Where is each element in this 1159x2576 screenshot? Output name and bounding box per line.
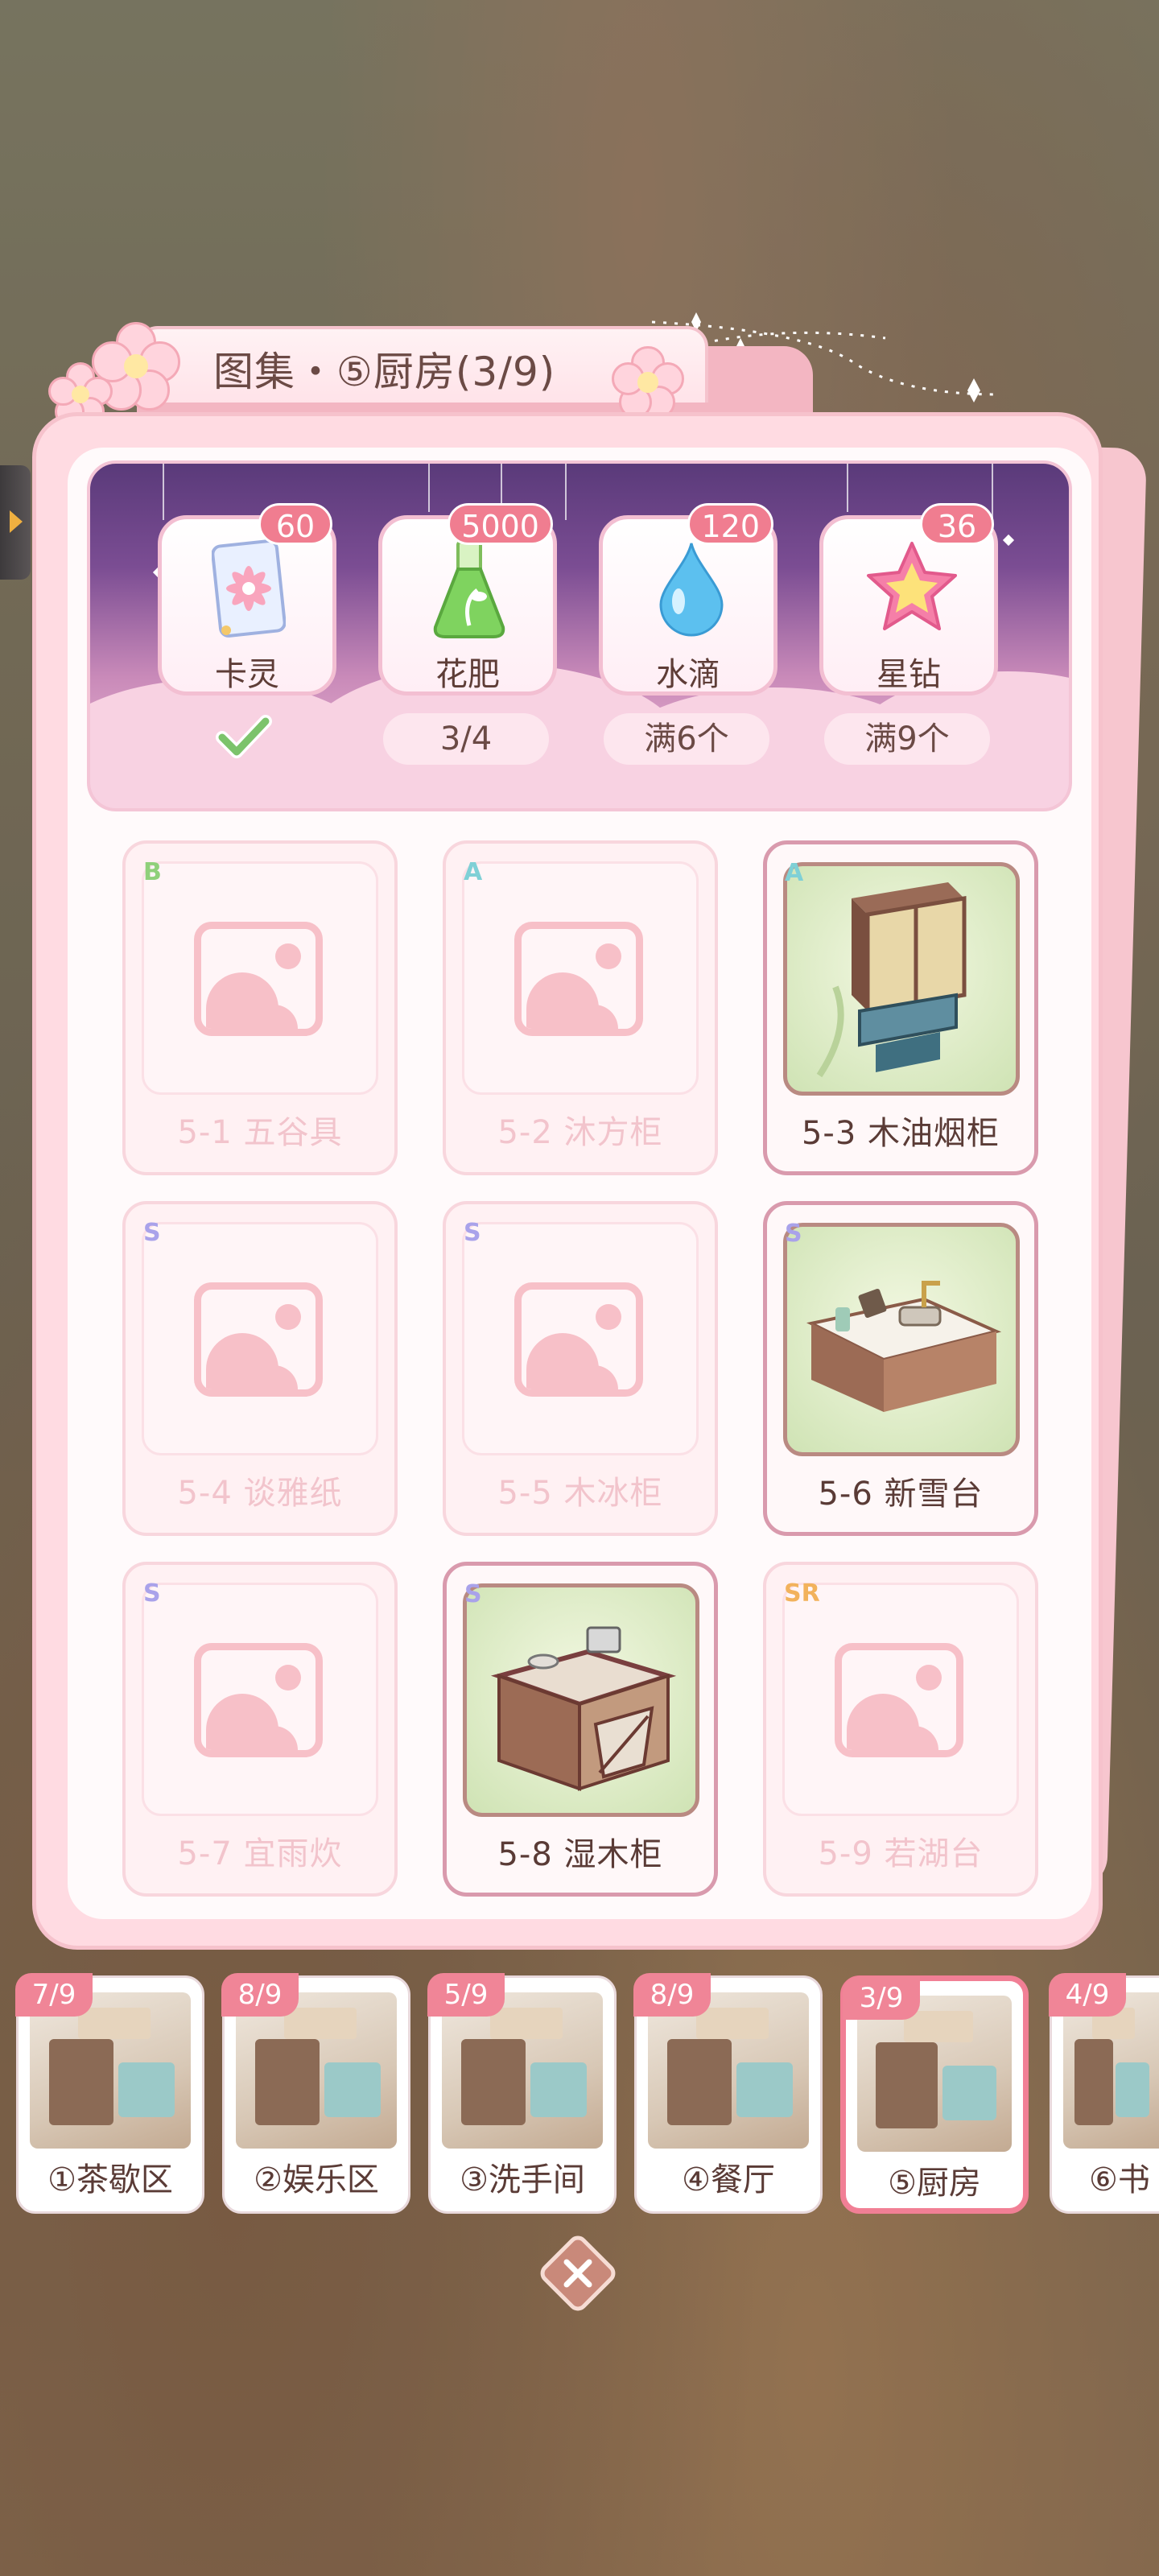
reward-requirement: 满6个	[604, 713, 769, 765]
counter-sink-icon	[806, 1281, 1002, 1412]
collection-item-5-9[interactable]: SR 5-9 若湖台	[763, 1562, 1038, 1897]
reward-count: 5000	[448, 503, 553, 545]
room-progress-badge: 8/9	[633, 1973, 711, 2017]
collection-item-5-7[interactable]: S 5-7 宜雨炊	[122, 1562, 398, 1897]
image-placeholder-icon	[835, 1643, 963, 1757]
item-image-frame	[142, 1583, 378, 1816]
room-tab-6[interactable]: 4/9 ⑥书	[1049, 1973, 1159, 2214]
room-tab-5[interactable]: 3/9 ⑤厨房	[840, 1975, 1029, 2214]
card-icon	[212, 539, 286, 638]
close-button[interactable]	[536, 2231, 620, 2315]
reward-slot-water[interactable]: 120 水滴 满6个	[599, 503, 781, 765]
item-image-frame	[782, 1583, 1019, 1816]
reward-name: 水滴	[656, 656, 720, 693]
claimed-check-icon	[216, 715, 272, 758]
page-title: 图集・⑤厨房(3/9)	[213, 349, 556, 395]
room-tab-label: ①茶歇区	[47, 2161, 173, 2198]
flower-decoration	[612, 346, 684, 419]
collection-item-5-6[interactable]: S 5-6 新雪台	[763, 1201, 1038, 1536]
reward-requirement: 满9个	[824, 713, 990, 765]
item-image-frame	[463, 1583, 699, 1817]
rank-badge: S	[464, 1580, 482, 1608]
room-tab-label: ②娱乐区	[254, 2161, 379, 2198]
room-tab-label: ⑤厨房	[888, 2165, 981, 2202]
item-label: 5-1 五谷具	[177, 1114, 343, 1151]
item-label: 5-3 木油烟柜	[801, 1115, 1000, 1152]
star-diamond-icon	[867, 542, 957, 630]
rank-badge: SR	[784, 1579, 820, 1608]
item-label: 5-2 沐方柜	[497, 1114, 663, 1151]
reward-count: 60	[258, 503, 332, 545]
item-image-frame	[462, 1222, 699, 1455]
item-label: 5-4 谈雅纸	[177, 1475, 343, 1512]
rank-badge: S	[143, 1219, 161, 1247]
item-label: 5-7 宜雨炊	[177, 1835, 343, 1872]
image-placeholder-icon	[514, 922, 643, 1036]
rank-badge: S	[464, 1219, 481, 1247]
collection-item-5-8[interactable]: S 5-8 湿木柜	[443, 1562, 718, 1897]
reward-name: 花肥	[435, 656, 500, 693]
rank-badge: B	[143, 858, 162, 886]
close-icon	[540, 2235, 616, 2311]
rank-badge: S	[143, 1579, 161, 1608]
item-label: 5-6 新雪台	[818, 1476, 984, 1513]
room-tab-2[interactable]: 8/9 ②娱乐区	[221, 1973, 410, 2214]
item-label: 5-9 若湖台	[818, 1835, 984, 1872]
side-drawer-handle[interactable]	[0, 465, 31, 580]
room-progress-badge: 8/9	[221, 1973, 299, 2017]
item-label: 5-5 木冰柜	[497, 1475, 663, 1512]
room-progress-badge: 7/9	[15, 1973, 93, 2017]
room-progress-badge: 5/9	[427, 1973, 505, 2017]
item-label: 5-8 湿木柜	[497, 1836, 663, 1873]
item-image-frame	[462, 861, 699, 1095]
room-tab-1[interactable]: 7/9 ①茶歇区	[15, 1973, 204, 2214]
reward-slot-card[interactable]: 60 卡灵	[158, 503, 340, 758]
reward-slot-fertilizer[interactable]: 5000 花肥 3/4	[378, 503, 560, 765]
rank-badge: A	[785, 859, 804, 887]
reward-slot-star-diamond[interactable]: 36 星钻 满9个	[819, 503, 1001, 765]
image-placeholder-icon	[194, 1643, 323, 1757]
water-drop-icon	[659, 543, 724, 637]
item-image-frame	[142, 1222, 378, 1455]
rank-badge: S	[785, 1220, 802, 1248]
item-image-frame	[783, 1223, 1020, 1456]
arrow-right-icon	[10, 510, 23, 533]
reward-name: 卡灵	[215, 656, 279, 693]
collection-item-5-1[interactable]: B 5-1 五谷具	[122, 840, 398, 1175]
image-placeholder-icon	[514, 1282, 643, 1397]
room-tab-label: ④餐厅	[682, 2161, 775, 2198]
item-image-frame	[142, 861, 378, 1095]
title-banner: 图集・⑤厨房(3/9)	[48, 322, 813, 427]
collection-item-5-4[interactable]: S 5-4 谈雅纸	[122, 1201, 398, 1536]
item-image-frame	[783, 862, 1020, 1096]
room-tab-label: ⑥书	[1089, 2161, 1150, 2198]
room-progress-badge: 4/9	[1049, 1973, 1126, 2017]
reward-requirement: 3/4	[383, 713, 549, 765]
rank-badge: A	[464, 858, 483, 886]
image-placeholder-icon	[194, 922, 323, 1036]
reward-count: 36	[920, 503, 994, 545]
room-tab-label: ③洗手间	[460, 2161, 585, 2198]
collection-item-5-3[interactable]: A 5-3 木油烟柜	[763, 840, 1038, 1175]
reward-count: 120	[687, 503, 773, 545]
reward-name: 星钻	[876, 656, 941, 693]
range-hood-cabinet-icon	[816, 882, 967, 1078]
fertilizer-flask-icon	[433, 540, 505, 638]
image-placeholder-icon	[194, 1282, 323, 1397]
room-tab-4[interactable]: 8/9 ④餐厅	[633, 1973, 823, 2214]
wood-cabinet-icon	[490, 1626, 677, 1791]
collection-item-5-5[interactable]: S 5-5 木冰柜	[443, 1201, 718, 1536]
collection-item-5-2[interactable]: A 5-2 沐方柜	[443, 840, 718, 1175]
room-progress-badge: 3/9	[843, 1976, 920, 2020]
room-tab-3[interactable]: 5/9 ③洗手间	[427, 1973, 617, 2214]
